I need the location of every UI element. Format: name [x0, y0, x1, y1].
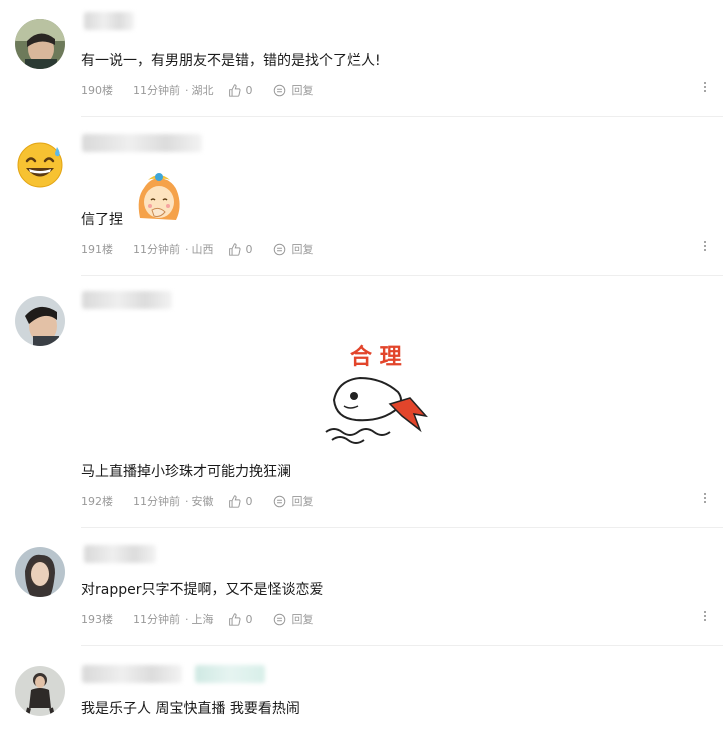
floor-number: 190楼	[81, 84, 113, 97]
timestamp: 11分钟前	[133, 613, 180, 626]
comment-text: 我是乐子人 周宝快直播 我要看热闹	[81, 701, 300, 717]
more-vertical-icon[interactable]	[703, 82, 707, 92]
comment-text: 有一说一，有男朋友不是错，错的是找个了烂人!	[81, 53, 381, 69]
like-count: 0	[245, 83, 253, 97]
thumbs-up-icon	[228, 83, 241, 97]
timestamp: 11分钟前	[133, 243, 180, 256]
reply-button[interactable]: 回复	[273, 82, 314, 98]
comment-text: 信了捏	[81, 212, 123, 228]
sticker-label: 合 理	[350, 344, 402, 370]
sticker-image	[138, 173, 180, 220]
sticker-image: 合 理	[325, 344, 428, 444]
comment-text: 马上直播掉小珍珠才可能力挽狂澜	[81, 464, 291, 480]
floor-number: 191楼	[81, 243, 113, 256]
comment-text: 对rapper只字不提啊，又不是怪谈恋爱	[81, 582, 324, 598]
thumbs-up-icon	[228, 494, 241, 508]
thumbs-up-icon	[228, 242, 241, 256]
reply-label: 回复	[291, 613, 314, 626]
username-blurred[interactable]	[84, 545, 156, 563]
timestamp: 11分钟前	[133, 84, 180, 97]
username-tag-blurred	[195, 665, 265, 683]
sweat-smile-emoji-icon	[17, 142, 63, 188]
floor-number: 193楼	[81, 613, 113, 626]
like-button[interactable]: 0	[228, 613, 273, 626]
location: 湖北	[191, 84, 214, 97]
username-blurred[interactable]	[82, 291, 172, 309]
reply-label: 回复	[291, 84, 314, 97]
reply-button[interactable]: 回复	[273, 611, 314, 627]
reply-icon	[273, 243, 285, 255]
username-blurred[interactable]	[84, 12, 134, 30]
avatar[interactable]	[15, 296, 65, 346]
thumbs-up-icon	[228, 612, 241, 626]
like-count: 0	[245, 612, 253, 626]
comment-meta: 191楼 11分钟前 · 山西 0 回复	[81, 241, 314, 257]
like-button[interactable]: 0	[228, 84, 273, 97]
location: 山西	[191, 243, 214, 256]
floor-number: 192楼	[81, 495, 113, 508]
reply-label: 回复	[291, 243, 314, 256]
reply-icon	[273, 495, 285, 507]
avatar[interactable]	[15, 666, 65, 716]
like-button[interactable]: 0	[228, 243, 273, 256]
reply-button[interactable]: 回复	[273, 493, 314, 509]
location: 安徽	[191, 495, 214, 508]
like-count: 0	[245, 494, 253, 508]
divider	[81, 275, 723, 276]
reply-icon	[273, 613, 285, 625]
comment-meta: 192楼 11分钟前 · 安徽 0 回复	[81, 493, 314, 509]
avatar[interactable]	[15, 139, 65, 189]
like-button[interactable]: 0	[228, 495, 273, 508]
comment-meta: 193楼 11分钟前 · 上海 0 回复	[81, 611, 314, 627]
username-blurred[interactable]	[82, 665, 182, 683]
more-vertical-icon[interactable]	[703, 241, 707, 251]
like-count: 0	[245, 242, 253, 256]
timestamp: 11分钟前	[133, 495, 180, 508]
more-vertical-icon[interactable]	[703, 493, 707, 503]
divider	[81, 116, 723, 117]
reply-icon	[273, 84, 285, 96]
username-blurred[interactable]	[82, 134, 202, 152]
avatar[interactable]	[15, 19, 65, 69]
avatar[interactable]	[15, 547, 65, 597]
comment-meta: 190楼 11分钟前 · 湖北 0 回复	[81, 82, 314, 98]
reply-label: 回复	[291, 495, 314, 508]
divider	[81, 645, 723, 646]
reply-button[interactable]: 回复	[273, 241, 314, 257]
location: 上海	[191, 613, 214, 626]
more-vertical-icon[interactable]	[703, 611, 707, 621]
divider	[81, 527, 723, 528]
